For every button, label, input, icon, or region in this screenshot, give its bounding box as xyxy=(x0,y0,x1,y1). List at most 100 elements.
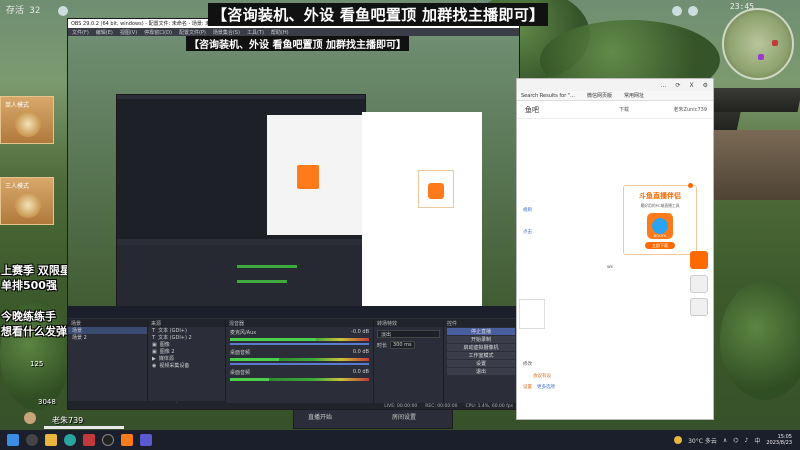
weather-text[interactable]: 30°C 多云 xyxy=(688,436,717,445)
obs-preview[interactable]: 【咨询装机、外设 看鱼吧置顶 加群找主播即可】 xyxy=(68,36,519,318)
user-name[interactable]: 老朱Zunic739 xyxy=(674,106,707,113)
record-icon[interactable] xyxy=(690,251,708,269)
home-icon[interactable] xyxy=(690,275,708,293)
sources-dock-title: 来源 xyxy=(148,319,225,327)
exit-button[interactable]: 退出 xyxy=(447,368,515,375)
game-icon[interactable] xyxy=(83,434,95,446)
hud-status-icon xyxy=(688,6,698,16)
obs-docks: 场景 场景 场景 2 + − ∧ ∨ 来源 T文本 (GDI+) T文本 (GD… xyxy=(68,319,519,409)
source-item[interactable]: T 文本 (GDI+) xyxy=(148,327,225,335)
system-tray: 30°C 多云 ∧ ⌬ ♪ 中 15:05 2023/8/23 xyxy=(674,434,800,446)
fish-icon xyxy=(652,218,668,234)
download-link[interactable]: 下载 xyxy=(619,106,629,113)
volume-meter xyxy=(230,358,369,361)
scene-item[interactable]: 场景 xyxy=(68,327,147,334)
settings-button[interactable]: 设置 xyxy=(447,360,515,367)
source-item[interactable]: ▣ 图像 2 xyxy=(148,348,225,356)
menu-view[interactable]: 视图(V) xyxy=(120,29,137,36)
ime-indicator[interactable]: 中 xyxy=(754,436,760,445)
obs-icon[interactable] xyxy=(102,434,114,446)
virtual-camera-button[interactable]: 启动虚拟摄像机 xyxy=(447,344,515,351)
source-item[interactable]: ◉ 视频采集设备 xyxy=(148,362,225,370)
preview-taskbar xyxy=(68,306,519,318)
content-link[interactable]: 点击 xyxy=(523,229,532,235)
menu-file[interactable]: 文件(F) xyxy=(72,29,89,36)
transition-select[interactable]: 淡出 xyxy=(377,330,440,338)
source-item-label: 文本 (GDI+) xyxy=(158,328,187,334)
mixer-channel: 桌面音频 0.0 dB xyxy=(226,349,373,365)
content-text[interactable]: 设置 xyxy=(523,384,532,390)
scenes-dock: 场景 场景 场景 2 + − ∧ ∨ xyxy=(68,319,148,409)
source-item[interactable]: ▣ 图像 xyxy=(148,341,225,349)
health-bar xyxy=(44,426,124,429)
text-icon: T xyxy=(152,327,156,334)
gear-icon[interactable]: ⚙ xyxy=(703,82,708,89)
start-icon[interactable] xyxy=(7,434,19,446)
mixer-channel-name: 桌面音频 xyxy=(230,350,251,356)
network-icon[interactable]: ⌬ xyxy=(733,437,738,444)
preview-browser-capture xyxy=(362,112,482,312)
menu-profile[interactable]: 配置文件(P) xyxy=(179,29,206,36)
folder-icon[interactable] xyxy=(45,434,57,446)
download-button[interactable]: 立即下载 xyxy=(645,242,675,249)
volume-slider[interactable] xyxy=(230,363,369,365)
chevron-up-icon[interactable]: ∧ xyxy=(723,437,727,444)
app-icon[interactable] xyxy=(140,434,152,446)
stream-room-panel: 直播开始 房间设置 xyxy=(293,409,453,429)
menu-help[interactable]: 帮助(H) xyxy=(271,29,289,36)
browser-window[interactable]: … ⟳ X ⚙ Search Results for "... 微信网页版 常用… xyxy=(516,78,714,420)
bookmark-item[interactable]: 微信网页版 xyxy=(587,92,612,99)
controls-dock-title: 控件 xyxy=(444,319,518,327)
more-icon[interactable]: … xyxy=(660,82,666,89)
douyu-icon[interactable] xyxy=(121,434,133,446)
promo-subtitle: 最好用的PC端直播工具 xyxy=(640,203,680,208)
scenes-dock-title: 场景 xyxy=(68,319,147,327)
avatar xyxy=(24,412,36,424)
game-survival-timer: 存活 32 xyxy=(6,6,41,16)
content-link[interactable]: 更多选项 xyxy=(537,384,555,390)
bookmark-item[interactable]: 常用网址 xyxy=(624,92,644,99)
scene-item[interactable]: 场景 2 xyxy=(68,334,147,341)
preview-promo-card xyxy=(418,170,454,208)
content-link[interactable]: 规则 xyxy=(523,207,532,213)
image-icon: ▣ xyxy=(152,341,157,348)
refresh-icon[interactable]: ⟳ xyxy=(675,82,680,89)
panel-item[interactable]: 直播开始 xyxy=(308,412,332,421)
x-icon[interactable]: X xyxy=(689,82,693,89)
bookmark-item[interactable]: Search Results for "... xyxy=(521,93,575,99)
content-text[interactable]: 会议有设 xyxy=(533,373,551,379)
promo-card[interactable]: 斗鱼直播伴侣 最好用的PC端直播工具 DOUYU 立即下载 xyxy=(623,183,697,255)
duration-input[interactable]: 300 ms xyxy=(390,341,415,349)
search-icon[interactable] xyxy=(26,434,38,446)
preview-banner: 【咨询装机、外设 看鱼吧置顶 加群找主播即可】 xyxy=(186,36,409,51)
mode-tile-trio: 三人模式 xyxy=(0,177,54,225)
hud-status-icon xyxy=(672,6,682,16)
bookmarks-bar: Search Results for "... 微信网页版 常用网址 xyxy=(517,91,713,101)
menu-docks[interactable]: 停靠窗口(D) xyxy=(144,29,172,36)
camera-icon: ◉ xyxy=(152,362,157,369)
edge-icon[interactable] xyxy=(64,434,76,446)
controls-dock: 控件 停止直播 开始录制 启动虚拟摄像机 工作室模式 设置 退出 xyxy=(444,319,518,409)
volume-slider[interactable] xyxy=(230,343,369,345)
start-recording-button[interactable]: 开始录制 xyxy=(447,336,515,343)
menu-scene-collection[interactable]: 场景集合(S) xyxy=(213,29,240,36)
screen-icon[interactable] xyxy=(690,298,708,316)
sources-dock: 来源 T 文本 (GDI+) T 文本 (GDI+) 2 ▣ 图像 ▣ 图像 2 ▶ 媒体… xyxy=(148,319,226,409)
menu-tools[interactable]: 工具(T) xyxy=(247,29,264,36)
menu-edit[interactable]: 编辑(E) xyxy=(96,29,113,36)
volume-icon[interactable]: ♪ xyxy=(745,437,749,444)
close-icon[interactable] xyxy=(688,183,693,188)
nested-meter xyxy=(237,280,287,283)
promo-title: 斗鱼直播伴侣 xyxy=(639,192,681,200)
weather-icon xyxy=(674,436,683,444)
source-item[interactable]: T 文本 (GDI+) 2 xyxy=(148,334,225,342)
stop-streaming-button[interactable]: 停止直播 xyxy=(447,328,515,335)
source-item-label: 图像 xyxy=(159,342,170,348)
obs-window[interactable]: OBS 29.0.2 (64 bit, windows) - 配置文件: 未命名… xyxy=(67,18,520,410)
mixer-channel-db: -0.0 dB xyxy=(351,329,369,335)
source-item[interactable]: ▶ 媒体源 xyxy=(148,355,225,363)
clock[interactable]: 15:05 2023/8/23 xyxy=(766,434,792,446)
panel-item[interactable]: 房间设置 xyxy=(392,412,416,421)
studio-mode-button[interactable]: 工作室模式 xyxy=(447,352,515,359)
site-title[interactable]: 鱼吧 xyxy=(525,105,539,115)
